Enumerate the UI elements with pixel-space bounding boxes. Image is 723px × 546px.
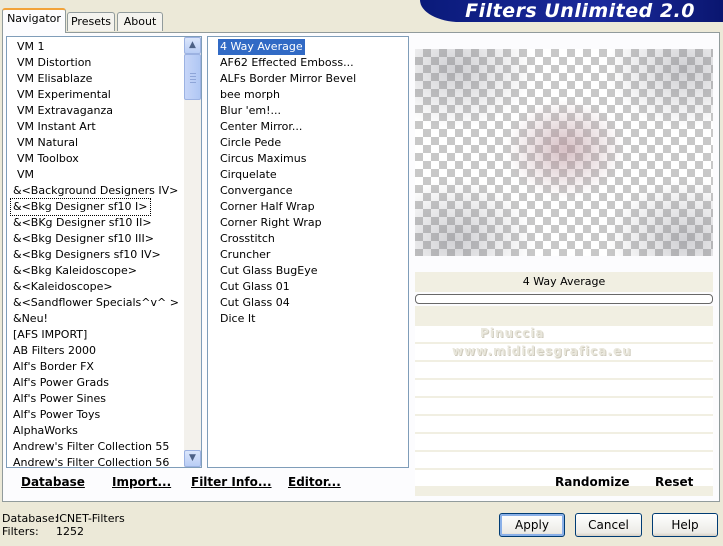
- scroll-down-button[interactable]: ▼: [184, 450, 201, 467]
- scroll-thumb[interactable]: [184, 54, 201, 100]
- watermark-url: www.mididesgrafica.eu: [452, 344, 632, 358]
- category-item[interactable]: &<BKg Designer sf10 II>: [11, 215, 154, 231]
- filter-list[interactable]: 4 Way Average AF62 Effected Emboss... ALFs…: [207, 36, 409, 468]
- category-item[interactable]: VM Distortion: [15, 55, 93, 71]
- filter-item[interactable]: Circle Pede: [218, 135, 283, 151]
- category-item[interactable]: Andrew's Filter Collection 55: [11, 439, 171, 455]
- category-item[interactable]: Alf's Power Toys: [11, 407, 102, 423]
- help-button[interactable]: Help: [652, 513, 718, 537]
- tab-presets[interactable]: Presets: [67, 12, 115, 31]
- category-scrollbar[interactable]: ▲ ▼: [184, 37, 201, 467]
- filters-count: 1252: [56, 525, 84, 538]
- category-item[interactable]: VM Toolbox: [15, 151, 81, 167]
- category-item[interactable]: [AFS IMPORT]: [11, 327, 89, 343]
- status-info: Database:ICNET-Filters Filters: 1252: [2, 512, 125, 538]
- parameter-row: [415, 326, 713, 342]
- filter-item[interactable]: Corner Half Wrap: [218, 199, 317, 215]
- filter-item[interactable]: bee morph: [218, 87, 282, 103]
- tab-about[interactable]: About: [117, 12, 163, 31]
- filter-item[interactable]: Cut Glass 01: [218, 279, 292, 295]
- tab-strip: Navigator Presets About: [0, 8, 420, 33]
- filter-item[interactable]: AF62 Effected Emboss...: [218, 55, 356, 71]
- reset-button[interactable]: Reset: [655, 475, 693, 489]
- category-list[interactable]: VM 1 VM Distortion VM Elisablaze VM Experim…: [6, 36, 202, 468]
- progress-bar: [415, 294, 713, 304]
- apply-button[interactable]: Apply: [499, 513, 565, 537]
- cancel-button[interactable]: Cancel: [575, 513, 642, 537]
- filters-label: Filters:: [2, 525, 39, 538]
- watermark-author: Pinuccia: [480, 326, 545, 340]
- database-value: ICNET-Filters: [56, 512, 125, 525]
- category-item[interactable]: &<Sandflower Specials^v^ >: [11, 295, 181, 311]
- filter-item[interactable]: 4 Way Average: [218, 39, 305, 55]
- randomize-button[interactable]: Randomize: [555, 475, 629, 489]
- category-item[interactable]: &<Bkg Kaleidoscope>: [11, 263, 139, 279]
- title-banner: Filters Unlimited 2.0: [420, 0, 723, 22]
- parameter-row: [415, 398, 713, 414]
- category-item[interactable]: VM Instant Art: [15, 119, 98, 135]
- filter-info-button[interactable]: Filter Info...: [191, 475, 272, 489]
- category-item[interactable]: VM 1: [15, 39, 47, 55]
- filter-item[interactable]: Crosstitch: [218, 231, 277, 247]
- filter-item[interactable]: Cut Glass 04: [218, 295, 292, 311]
- filter-item[interactable]: Center Mirror...: [218, 119, 304, 135]
- filter-item[interactable]: Circus Maximus: [218, 151, 308, 167]
- category-item[interactable]: VM: [15, 167, 36, 183]
- category-item[interactable]: &<Bkg Designer sf10 I>: [10, 198, 151, 216]
- preview-image: [415, 49, 713, 256]
- filter-item[interactable]: Corner Right Wrap: [218, 215, 324, 231]
- category-item[interactable]: Andrew's Filter Collection 56: [11, 455, 171, 467]
- category-item[interactable]: &Neu!: [11, 311, 50, 327]
- parameter-row: [415, 380, 713, 396]
- category-item[interactable]: VM Elisablaze: [15, 71, 94, 87]
- filter-item[interactable]: Convergance: [218, 183, 295, 199]
- category-item[interactable]: AB Filters 2000: [11, 343, 98, 359]
- filter-item[interactable]: Cut Glass BugEye: [218, 263, 319, 279]
- category-item[interactable]: Alf's Power Sines: [11, 391, 108, 407]
- selected-filter-name: 4 Way Average: [415, 272, 713, 292]
- import-button[interactable]: Import...: [112, 475, 171, 489]
- editor-button[interactable]: Editor...: [288, 475, 341, 489]
- category-item[interactable]: &<Bkg Designer sf10 III>: [11, 231, 156, 247]
- tab-navigator[interactable]: Navigator: [2, 8, 66, 33]
- parameter-row: [415, 434, 713, 450]
- category-item[interactable]: &<Background Designers IV>: [11, 183, 180, 199]
- category-item[interactable]: &<Kaleidoscope>: [11, 279, 115, 295]
- category-item[interactable]: Alf's Border FX: [11, 359, 96, 375]
- parameter-row: [415, 416, 713, 432]
- category-item[interactable]: &<Bkg Designers sf10 IV>: [11, 247, 163, 263]
- filter-item[interactable]: Dice It: [218, 311, 257, 327]
- filter-item[interactable]: Cirquelate: [218, 167, 279, 183]
- parameter-row: [415, 362, 713, 378]
- category-item[interactable]: Alf's Power Grads: [11, 375, 111, 391]
- category-item[interactable]: VM Extravaganza: [15, 103, 115, 119]
- database-button[interactable]: Database: [21, 475, 85, 489]
- filter-item[interactable]: ALFs Border Mirror Bevel: [218, 71, 358, 87]
- category-item[interactable]: AlphaWorks: [11, 423, 80, 439]
- filter-item[interactable]: Blur 'em!...: [218, 103, 283, 119]
- database-label: Database:: [2, 512, 59, 525]
- category-item[interactable]: VM Natural: [15, 135, 80, 151]
- parameter-area: [415, 306, 713, 496]
- category-item[interactable]: VM Experimental: [15, 87, 113, 103]
- filter-item[interactable]: Cruncher: [218, 247, 272, 263]
- parameter-row: [415, 452, 713, 468]
- scroll-up-button[interactable]: ▲: [184, 37, 201, 54]
